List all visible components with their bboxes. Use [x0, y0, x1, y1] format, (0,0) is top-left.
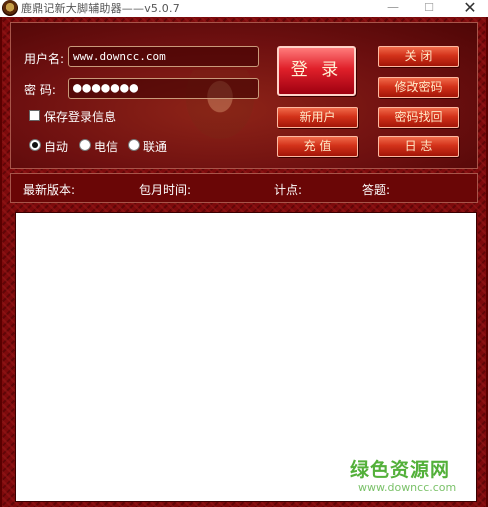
latest-version-label: 最新版本: — [23, 183, 76, 197]
line-radio-telecom[interactable] — [79, 139, 91, 151]
points-label: 计点: — [274, 183, 303, 197]
line-label-unicom: 联通 — [143, 140, 168, 154]
new-user-button[interactable]: 新用户 — [277, 107, 358, 128]
line-radio-unicom[interactable] — [128, 139, 140, 151]
watermark-url: www.downcc.com — [358, 481, 457, 494]
window-title: 鹿鼎记新大脚辅助器——v5.0.7 — [21, 2, 180, 15]
close-button[interactable]: 关 闭 — [378, 46, 459, 67]
line-label-telecom: 电信 — [94, 140, 119, 154]
close-window-button[interactable]: ✕ — [452, 0, 488, 17]
monthly-time-label: 包月时间: — [139, 183, 192, 197]
login-button[interactable]: 登 录 — [277, 46, 356, 96]
answers-label: 答题: — [362, 183, 391, 197]
minimize-button[interactable]: — — [375, 0, 411, 17]
line-label-auto: 自动 — [44, 140, 69, 154]
app-icon — [2, 0, 18, 16]
title-bar: 鹿鼎记新大脚辅助器——v5.0.7 — ☐ ✕ — [0, 0, 488, 17]
maximize-button[interactable]: ☐ — [411, 0, 447, 17]
save-login-label: 保存登录信息 — [44, 110, 117, 124]
username-label: 用户名: — [24, 52, 65, 66]
save-login-checkbox[interactable] — [29, 110, 40, 121]
password-field[interactable]: ●●●●●●● — [68, 78, 259, 99]
recover-password-button[interactable]: 密码找回 — [378, 107, 459, 128]
password-label: 密 码: — [24, 83, 56, 97]
recharge-button[interactable]: 充 值 — [277, 136, 358, 157]
status-bar — [10, 173, 478, 203]
change-password-button[interactable]: 修改密码 — [378, 77, 459, 98]
watermark-text: 绿色资源网 — [350, 459, 451, 481]
line-radio-auto[interactable] — [29, 139, 41, 151]
log-button[interactable]: 日 志 — [378, 136, 459, 157]
username-field[interactable]: www.downcc.com — [68, 46, 259, 67]
